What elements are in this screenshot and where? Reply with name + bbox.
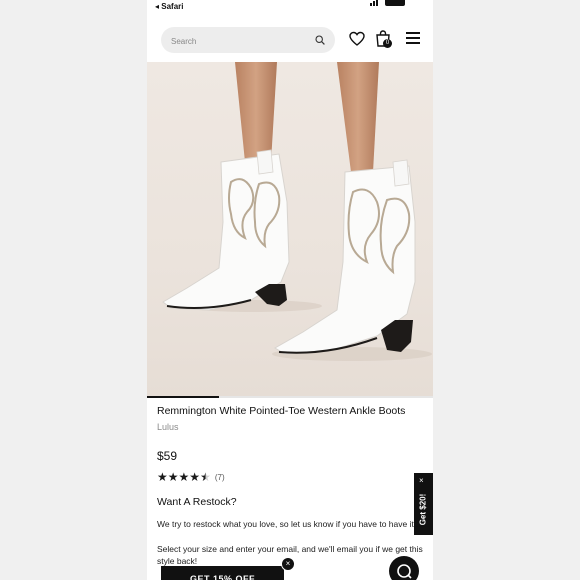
status-bar: ◂ Safari [147, 0, 433, 14]
get-20-label: Get $20! [418, 493, 428, 526]
star-icon: ★ [167, 470, 179, 484]
rating[interactable]: ★ ★ ★ ★ ★ (7) [157, 470, 225, 484]
close-icon[interactable]: × [419, 476, 424, 485]
product-brand[interactable]: Lulus [157, 422, 179, 432]
restock-description: We try to restock what you love, so let … [157, 519, 417, 529]
boots-illustration [162, 62, 432, 361]
get-20-promo-tab[interactable]: × Get $20! [414, 473, 433, 535]
cart-count-badge: 0 [383, 39, 392, 48]
product-price: $59 [157, 449, 178, 463]
chat-bubble-icon [397, 564, 412, 579]
hamburger-menu-icon[interactable] [406, 32, 420, 44]
restock-heading: Want A Restock? [157, 496, 237, 508]
review-count[interactable]: (7) [215, 473, 225, 482]
carousel-progress-fill [147, 396, 219, 398]
product-title: Remmington White Pointed-Toe Western Ank… [157, 405, 406, 417]
back-to-safari-link[interactable]: ◂ Safari [155, 2, 183, 11]
star-icon: ★ [178, 470, 190, 484]
search-bar[interactable] [161, 27, 335, 55]
wishlist-heart-icon[interactable] [349, 31, 365, 47]
status-icons [369, 0, 405, 6]
product-image[interactable] [147, 62, 433, 396]
star-icon: ★ [189, 470, 201, 484]
phone-screen: ◂ Safari 0 [147, 0, 433, 580]
image-carousel-indicator [147, 396, 433, 398]
star-icon: ★ [157, 470, 168, 484]
close-icon[interactable]: × [281, 557, 295, 571]
search-input[interactable] [169, 27, 313, 55]
half-star-icon: ★ [200, 470, 211, 484]
site-header: 0 [147, 20, 433, 62]
search-icon[interactable] [315, 35, 325, 45]
discount-banner-button[interactable]: GET 15% OFF [161, 566, 284, 580]
battery-icon [385, 0, 405, 6]
chat-button[interactable] [389, 556, 419, 580]
